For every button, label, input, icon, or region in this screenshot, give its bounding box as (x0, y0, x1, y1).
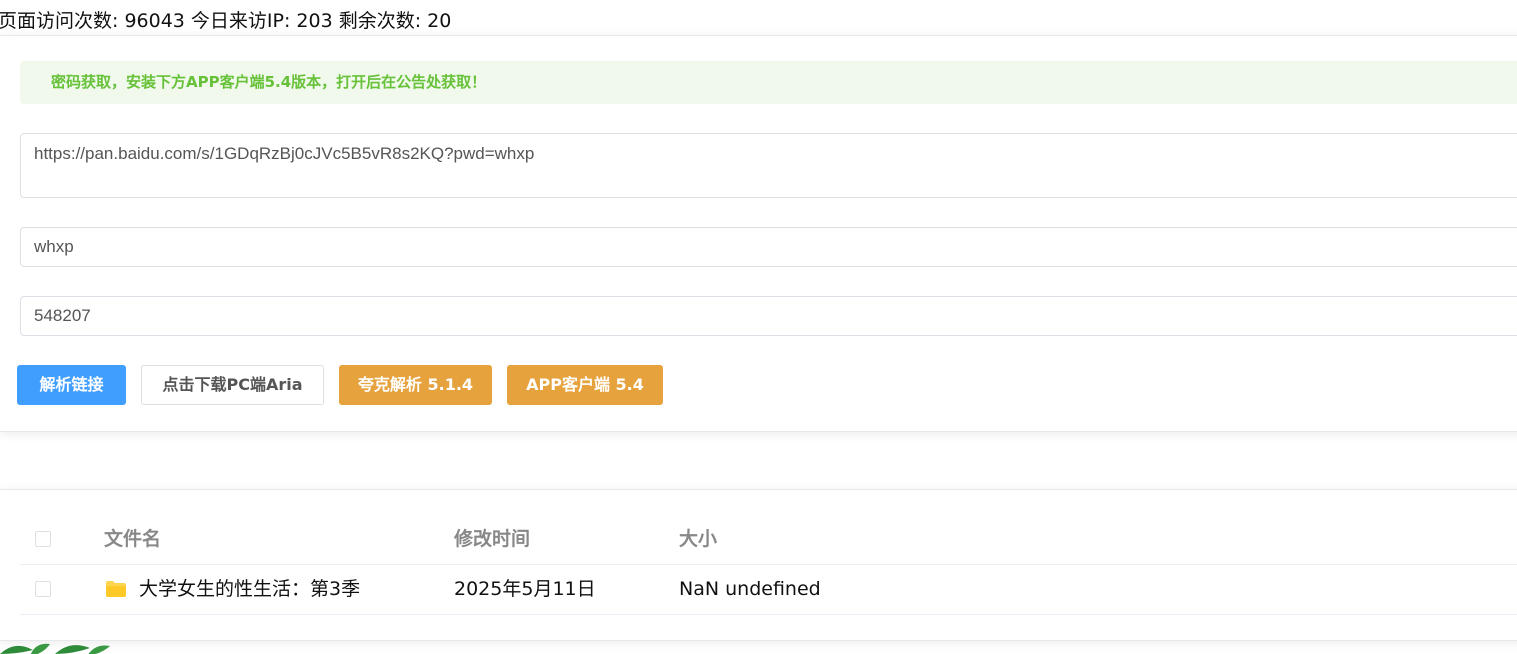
file-modified-time: 2025年5月11日 (454, 578, 596, 600)
share-link-input[interactable]: https://pan.baidu.com/s/1GDqRzBj0cJVc5B5… (20, 133, 1517, 198)
select-all-checkbox[interactable] (35, 531, 51, 547)
column-header-time[interactable]: 修改时间 (454, 515, 530, 564)
download-aria-button[interactable]: 点击下载PC端Aria (141, 365, 324, 405)
leaf-logo (0, 640, 120, 654)
column-header-size[interactable]: 大小 (679, 515, 717, 564)
file-name[interactable]: 大学女生的性生活：第3季 (139, 565, 360, 614)
app-client-button[interactable]: APP客户端 5.4 (507, 365, 663, 405)
file-list-card: 文件名 修改时间 大小 大学女生的性生活：第3季 2025年5月11日 NaN … (0, 489, 1517, 641)
parse-link-button[interactable]: 解析链接 (17, 365, 126, 405)
quark-parse-button[interactable]: 夸克解析 5.1.4 (339, 365, 492, 405)
extract-password-input[interactable]: whxp (20, 227, 1517, 267)
file-size: NaN undefined (679, 578, 821, 600)
column-header-name[interactable]: 文件名 (104, 515, 161, 564)
file-table-header: 文件名 修改时间 大小 (20, 515, 1517, 565)
password-notice: 密码获取，安装下方APP客户端5.4版本，打开后在公告处获取！ (20, 61, 1517, 104)
access-code-input[interactable]: 548207 (20, 296, 1517, 336)
row-select-checkbox[interactable] (35, 581, 51, 597)
table-row[interactable]: 大学女生的性生活：第3季 2025年5月11日 NaN undefined (20, 565, 1517, 615)
visit-stats: 页面访问次数: 96043 今日来访IP: 203 剩余次数: 20 (0, 10, 452, 32)
folder-icon (105, 580, 127, 598)
parse-form-card: 密码获取，安装下方APP客户端5.4版本，打开后在公告处获取！ https://… (0, 35, 1517, 432)
